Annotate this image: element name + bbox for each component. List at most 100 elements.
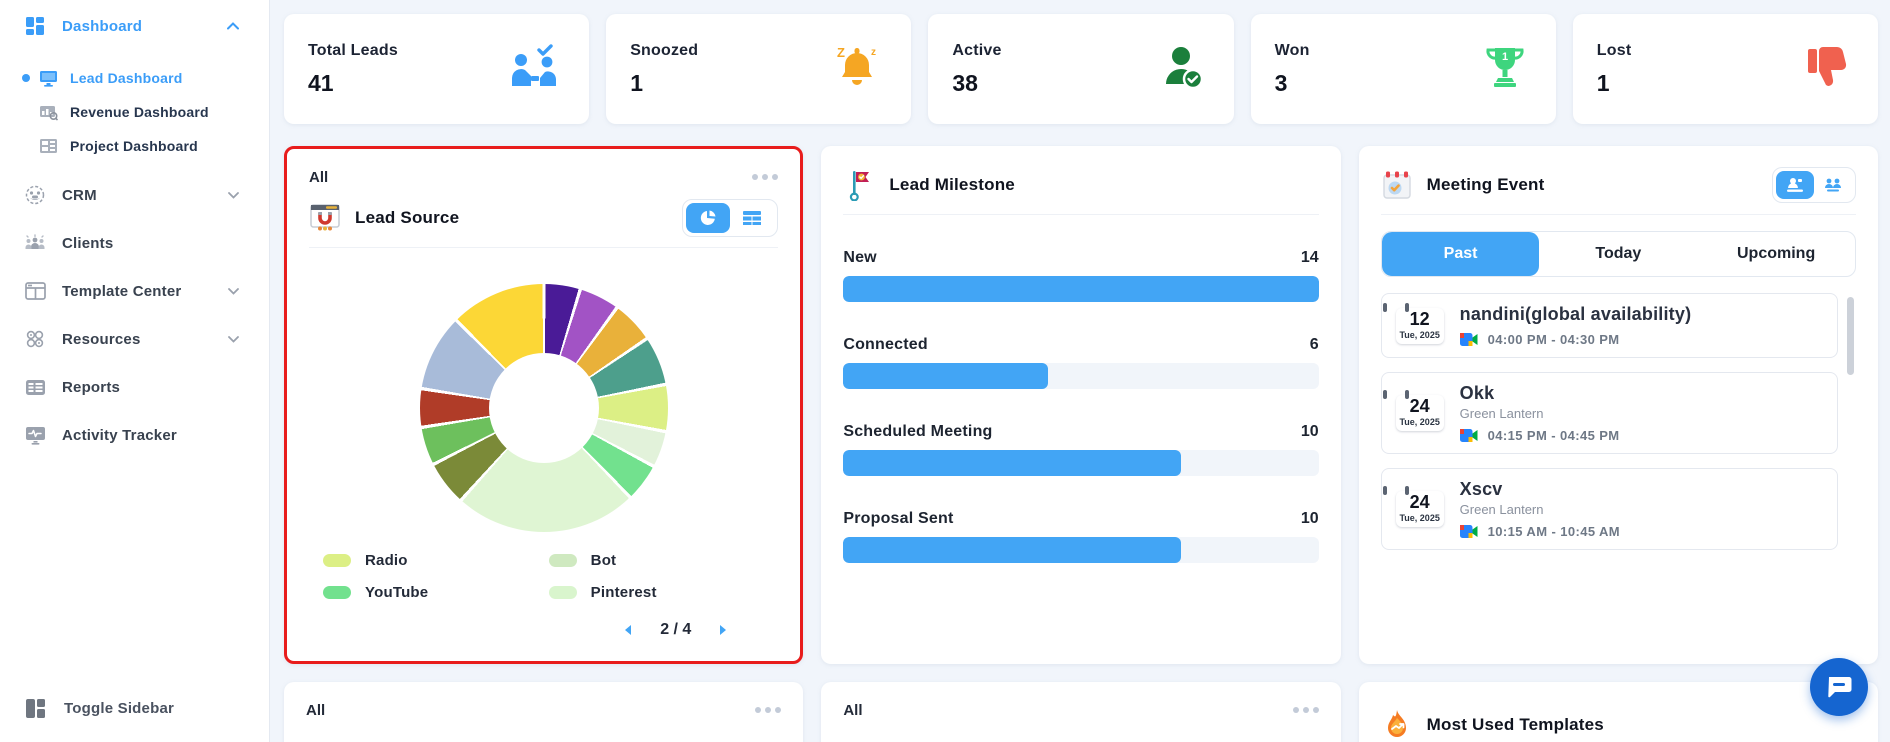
sidebar-item-label: Clients	[62, 234, 114, 252]
stats-row: Total Leads 41 Snoozed 1 Zz Active 38 Wo…	[284, 14, 1878, 124]
stat-card-active[interactable]: Active 38	[928, 14, 1234, 124]
reports-icon	[24, 376, 46, 398]
milestone-bar-proposal-sent: Proposal Sent 10	[843, 510, 1319, 563]
toggle-sidebar-icon	[24, 697, 46, 719]
event-title: Xscv	[1459, 479, 1503, 499]
stat-value: 1	[1596, 69, 1610, 96]
sidebar-item-label: Reports	[62, 378, 121, 396]
sidebar-item-clients[interactable]: Clients	[0, 229, 269, 257]
event-time: 04:00 PM - 04:30 PM	[1459, 332, 1692, 347]
sidebar-item-reports[interactable]: Reports	[0, 373, 269, 401]
lead-source-legend: Radio Bot YouTube Pinterest	[309, 552, 778, 601]
ellipsis-menu-icon[interactable]	[1292, 703, 1319, 717]
sidebar-item-label: Dashboard	[62, 17, 143, 35]
meeting-event-item[interactable]: 12 Tue, 2025 nandini(global availability…	[1380, 293, 1838, 358]
widgets-row: All Lead Source Radio Bot YouTube Pinter…	[284, 146, 1878, 664]
lead-dashboard-icon	[38, 68, 58, 88]
sidebar-item-crm[interactable]: CRM	[0, 181, 269, 209]
scrollbar-thumb[interactable]	[1846, 297, 1854, 375]
stat-label: Lost	[1596, 41, 1632, 59]
event-subtitle: Green Lantern	[1459, 502, 1544, 517]
revenue-dashboard-icon	[38, 102, 58, 122]
event-calendar-icon: 24 Tue, 2025	[1382, 390, 1444, 431]
person-check-icon	[1160, 44, 1206, 95]
sidebar-item-activity-tracker[interactable]: Activity Tracker	[0, 421, 269, 449]
meeting-view-toggle	[1771, 167, 1856, 203]
sidebar-item-project-dashboard[interactable]: Project Dashboard	[0, 133, 269, 159]
meeting-event-list: 12 Tue, 2025 nandini(global availability…	[1380, 293, 1856, 550]
ellipsis-menu-icon[interactable]	[755, 703, 782, 717]
svg-text:z: z	[871, 47, 876, 58]
stat-value: 3	[1274, 69, 1288, 96]
stat-value: 38	[952, 69, 978, 96]
meeting-event-item[interactable]: 24 Tue, 2025 Xscv Green Lantern 10:15 AM…	[1380, 468, 1838, 550]
project-dashboard-icon	[38, 136, 58, 156]
sidebar-item-lead-dashboard[interactable]: Lead Dashboard	[0, 65, 269, 91]
stat-card-snoozed[interactable]: Snoozed 1 Zz	[606, 14, 912, 124]
video-meet-icon	[1459, 333, 1478, 346]
meeting-list-view-button[interactable]	[1775, 171, 1814, 199]
video-meet-icon	[1459, 429, 1478, 442]
sidebar-item-label: Resources	[62, 330, 141, 348]
legend-item-radio[interactable]: Radio	[323, 552, 539, 569]
toggle-sidebar-label: Toggle Sidebar	[64, 699, 175, 717]
tab-upcoming[interactable]: Upcoming	[1697, 232, 1855, 276]
stat-value: 41	[308, 69, 334, 96]
sidebar: Dashboard Lead Dashboard Revenue Dashboa…	[0, 0, 270, 742]
legend-item-youtube[interactable]: YouTube	[323, 584, 539, 601]
main-content: Total Leads 41 Snoozed 1 Zz Active 38 Wo…	[270, 0, 1890, 742]
ellipsis-menu-icon[interactable]	[752, 170, 779, 184]
clients-icon	[24, 232, 46, 254]
tab-today[interactable]: Today	[1539, 232, 1697, 276]
bottom-widget-card: All	[821, 682, 1341, 742]
sidebar-item-label: Project Dashboard	[70, 138, 198, 154]
table-view-button[interactable]	[730, 203, 774, 233]
next-page-button[interactable]	[717, 622, 730, 638]
prev-page-button[interactable]	[621, 622, 634, 638]
event-title: nandini(global availability)	[1459, 304, 1692, 324]
activity-tracker-icon	[24, 424, 46, 446]
sidebar-item-label: Revenue Dashboard	[70, 104, 209, 120]
lead-milestone-title: Lead Milestone	[889, 175, 1015, 194]
chat-button[interactable]	[1810, 658, 1868, 716]
event-time: 10:15 AM - 10:45 AM	[1459, 524, 1620, 539]
sidebar-item-resources[interactable]: Resources	[0, 325, 269, 353]
event-calendar-icon: 12 Tue, 2025	[1382, 302, 1444, 344]
legend-item-pinterest[interactable]: Pinterest	[548, 584, 765, 601]
legend-item-bot[interactable]: Bot	[548, 552, 765, 569]
stat-label: Active	[952, 41, 1002, 59]
most-used-templates-card: Most Used Templates	[1358, 682, 1878, 742]
lead-source-view-toggle	[682, 199, 779, 237]
tab-past[interactable]: Past	[1381, 232, 1540, 276]
trophy-icon: 1	[1482, 44, 1528, 95]
sidebar-item-label: Lead Dashboard	[70, 70, 183, 86]
stat-card-total-leads[interactable]: Total Leads 41	[284, 14, 590, 124]
thumbs-down-icon	[1804, 45, 1850, 94]
toggle-sidebar-button[interactable]: Toggle Sidebar	[0, 688, 269, 728]
sidebar-item-label: Template Center	[62, 282, 182, 300]
video-meet-icon	[1459, 525, 1478, 538]
meeting-calendar-icon	[1381, 169, 1413, 201]
stat-label: Won	[1274, 41, 1310, 59]
lead-source-donut-chart[interactable]	[419, 284, 668, 532]
sidebar-item-revenue-dashboard[interactable]: Revenue Dashboard	[0, 99, 269, 125]
sidebar-item-dashboard[interactable]: Dashboard	[0, 12, 269, 40]
event-calendar-icon: 24 Tue, 2025	[1382, 486, 1444, 527]
event-time: 04:15 PM - 04:45 PM	[1459, 428, 1620, 443]
pie-chart-view-button[interactable]	[686, 203, 731, 233]
meeting-event-item[interactable]: 24 Tue, 2025 Okk Green Lantern 04:15 PM …	[1380, 372, 1838, 454]
snooze-bell-icon: Zz	[831, 43, 883, 96]
chevron-up-icon	[227, 22, 239, 30]
svg-text:1: 1	[1502, 51, 1508, 63]
leads-handshake-check-icon	[509, 43, 561, 95]
lead-source-filter[interactable]: All	[309, 169, 328, 186]
stat-card-lost[interactable]: Lost 1	[1572, 14, 1878, 124]
sidebar-item-template-center[interactable]: Template Center	[0, 277, 269, 305]
dashboard-submenu: Lead Dashboard Revenue Dashboard Project…	[0, 65, 269, 167]
stat-card-won[interactable]: Won 3 1	[1250, 14, 1556, 124]
meeting-event-card: Meeting Event Past Today Upcoming 12 Tue…	[1358, 146, 1878, 664]
resources-icon	[24, 328, 46, 350]
donut-pagination: 2 / 4	[309, 621, 778, 639]
meeting-group-view-button[interactable]	[1814, 171, 1852, 199]
active-bullet	[22, 74, 30, 82]
